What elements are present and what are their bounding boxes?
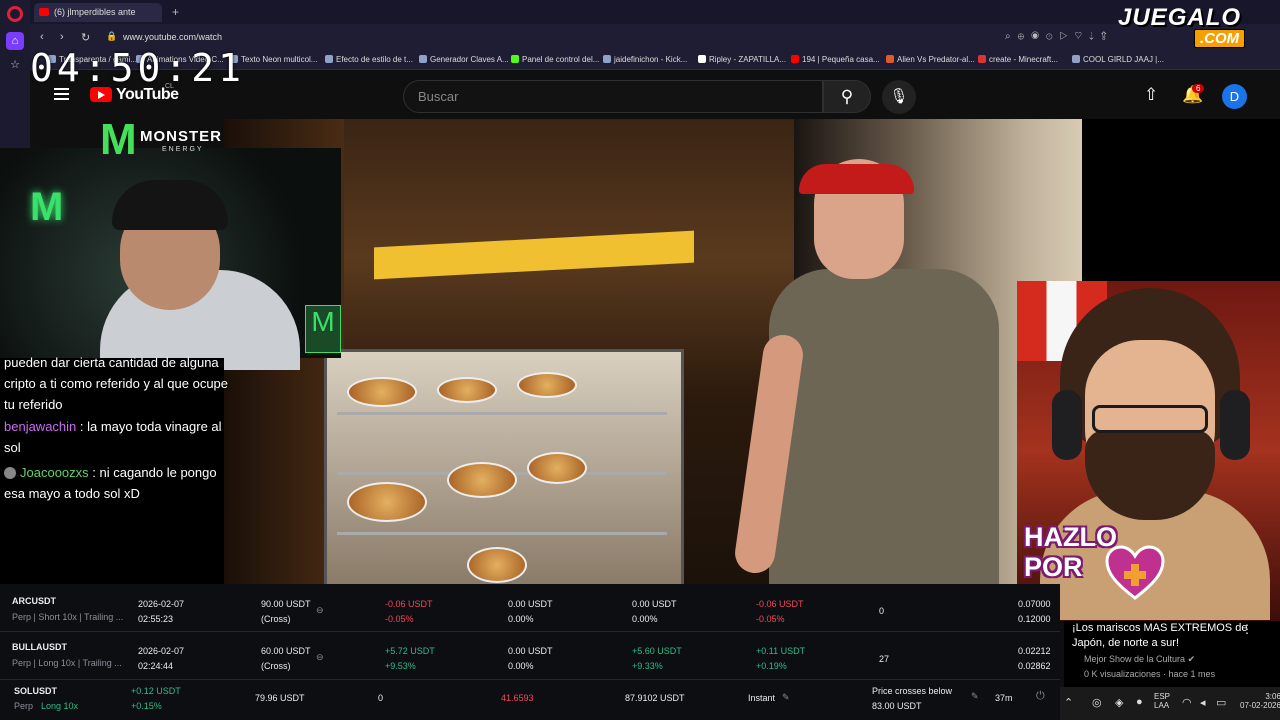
chat-line: esa mayo a todo sol xD xyxy=(4,486,140,501)
app-tray-icon[interactable]: ◈ xyxy=(1115,696,1123,709)
sponsor-logo: M MONSTER ENERGY xyxy=(100,115,222,164)
url-field[interactable]: www.youtube.com/watch xyxy=(123,32,222,42)
trading-positions-panel: ARCUSDT Perp | Short 10x | Trailing ... … xyxy=(0,584,1060,720)
video-dark-area xyxy=(1082,119,1280,281)
bookmark[interactable]: Generador Claves A... xyxy=(419,55,509,64)
chat-message: Joacooozxs : ni cagando le pongo xyxy=(4,462,217,483)
user-badge-icon xyxy=(4,467,16,479)
chat-message: benjawachin : la mayo toda vinagre al xyxy=(4,419,222,434)
forward-icon[interactable]: › xyxy=(60,31,64,43)
chat-line: cripto a ti como referido y al que ocupe xyxy=(4,376,229,391)
order-row[interactable]: SOLUSDT Perp Long 10x +0.12 USDT +0.15% … xyxy=(0,680,1060,720)
video-scene-display-case xyxy=(324,349,684,584)
tab-title: (6) jlmperdibles ante xyxy=(54,7,136,17)
edit-margin-icon[interactable]: ⊖ xyxy=(316,605,324,616)
recommended-channel[interactable]: Mejor Show de la Cultura ✔ xyxy=(1084,654,1195,665)
search-input[interactable]: Buscar xyxy=(403,80,823,113)
bookmark[interactable]: Efecto de estilo de t... xyxy=(325,55,413,64)
lock-icon: 🔒 xyxy=(106,31,118,41)
stream-clock: 04:50:21 xyxy=(30,46,246,90)
system-tray: ⌃ ◎ ◈ ● ESP LAA ◠ ◂ ▭ 3:06 07-02-2026 xyxy=(1060,687,1280,720)
bookmark[interactable]: Panel de control del... xyxy=(511,55,599,64)
streamer-cap xyxy=(112,180,228,230)
new-tab-icon[interactable]: + xyxy=(172,5,179,19)
avatar-glasses xyxy=(1092,405,1208,433)
video-person xyxy=(769,269,999,584)
headphones-icon xyxy=(1052,390,1082,460)
system-clock[interactable]: 3:06 07-02-2026 xyxy=(1240,692,1280,710)
chat-username: benjawachin xyxy=(4,419,77,434)
monster-can-icon: M xyxy=(305,305,341,353)
bookmark[interactable]: COOL GIRLD JAAJ |... xyxy=(1072,55,1164,64)
brand-logo: JUEGALO .COM xyxy=(1118,4,1276,48)
video-scene-menu-board xyxy=(374,230,694,280)
headphones-icon xyxy=(1220,390,1250,460)
search-icon[interactable]: ⚲ xyxy=(823,80,871,113)
heart-icon xyxy=(1105,545,1165,600)
verified-icon: ✔ xyxy=(1187,654,1196,664)
language-indicator[interactable]: ESP LAA xyxy=(1154,692,1170,710)
workspace-icon[interactable]: ⌂ xyxy=(6,32,24,50)
recommended-title[interactable]: ¡Los mariscos MAS EXTREMOS de Japón, de … xyxy=(1072,621,1262,651)
bookmark[interactable]: Ripley - ZAPATILLA... xyxy=(698,55,786,64)
chat-line: tu referido xyxy=(4,397,63,412)
microphone-icon[interactable]: 🎙 xyxy=(882,80,916,114)
chat-line: sol xyxy=(4,440,21,455)
tab-youtube[interactable]: (6) jlmperdibles ante xyxy=(34,3,162,22)
account-avatar[interactable]: D xyxy=(1222,84,1247,109)
reload-icon[interactable]: ↻ xyxy=(81,31,90,44)
more-options-icon[interactable]: ⋮ xyxy=(1241,622,1253,636)
edit-icon[interactable]: ✎ xyxy=(782,692,790,703)
chevron-up-icon[interactable]: ⌃ xyxy=(1064,696,1073,709)
notification-badge: 6 xyxy=(1192,84,1205,93)
pin-icon[interactable]: ☆ xyxy=(6,56,24,74)
bookmark[interactable]: 194 | Pequeña casa... xyxy=(791,55,880,64)
power-icon[interactable]: ⏻ xyxy=(1036,690,1045,703)
bookmark[interactable]: create - Minecraft... xyxy=(978,55,1058,64)
wifi-icon[interactable]: ◠ xyxy=(1182,696,1192,709)
recommended-video[interactable]: ¡Los mariscos MAS EXTREMOS de Japón, de … xyxy=(1064,621,1280,687)
edit-margin-icon[interactable]: ⊖ xyxy=(316,652,324,663)
microphone-tray-icon[interactable]: ● xyxy=(1136,696,1143,708)
monster-logo-icon: M xyxy=(30,185,64,229)
recommended-meta: 0 K visualizaciones · hace 1 mes xyxy=(1084,669,1216,679)
opera-logo-icon[interactable] xyxy=(7,6,23,22)
chat-username: Joacooozxs xyxy=(20,465,89,480)
chat-line: pueden dar cierta cantidad de alguna xyxy=(4,355,219,370)
volume-icon[interactable]: ◂ xyxy=(1200,696,1206,709)
monster-claw-icon: M xyxy=(100,115,137,164)
position-row[interactable]: BULLAUSDT Perp | Long 10x | Trailing ...… xyxy=(0,632,1060,680)
position-row[interactable]: ARCUSDT Perp | Short 10x | Trailing ... … xyxy=(0,584,1060,632)
edit-icon[interactable]: ✎ xyxy=(971,691,979,702)
bookmark[interactable]: jaidefinichon - Kick... xyxy=(603,55,687,64)
video-person-bandana xyxy=(799,164,914,194)
upload-icon[interactable]: ⇧ xyxy=(1144,85,1158,105)
youtube-tab-icon xyxy=(39,8,49,16)
bookmark[interactable]: Alien Vs Predator-al... xyxy=(886,55,975,64)
battery-icon[interactable]: ▭ xyxy=(1216,696,1226,709)
toolbar-icons[interactable]: ⌕⊕◉⊙▷♡⇣⇪ xyxy=(1005,31,1114,42)
tab-bar: (6) jlmperdibles ante + xyxy=(30,0,1280,24)
steam-icon[interactable]: ◎ xyxy=(1092,696,1102,709)
video-player[interactable] xyxy=(224,119,1082,584)
back-icon[interactable]: ‹ xyxy=(40,31,44,43)
